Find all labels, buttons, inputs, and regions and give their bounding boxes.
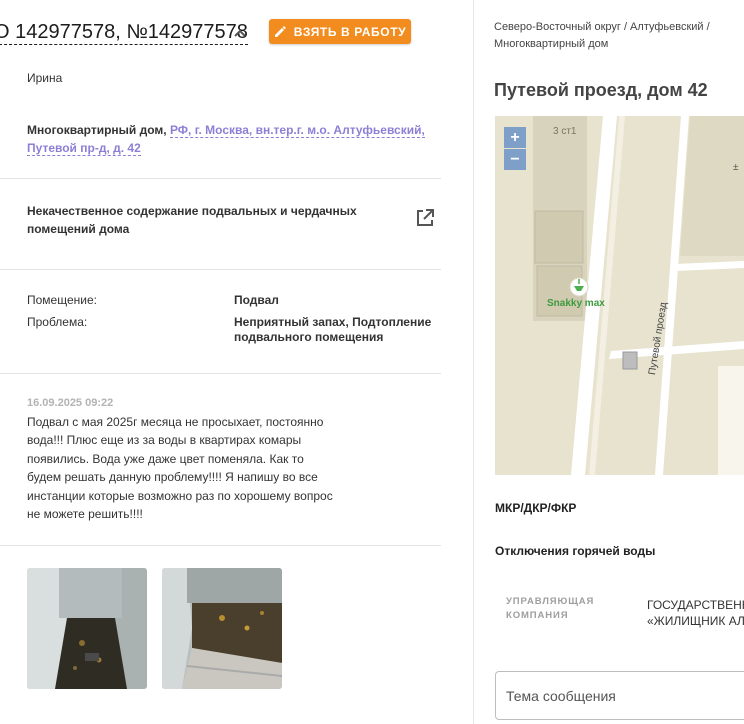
photo-thumbnail-2[interactable] — [162, 568, 282, 689]
pencil-icon — [274, 25, 286, 37]
map-canvas: ± — [495, 116, 744, 475]
address: Многоквартирный дом, РФ, г. Москва, вн.т… — [27, 121, 427, 157]
place-title: Путевой проезд, дом 42 — [494, 80, 708, 100]
hot-water-section[interactable]: Отключения горячей воды — [495, 544, 655, 558]
take-to-work-label: ВЗЯТЬ В РАБОТУ — [293, 24, 407, 39]
complaint-title[interactable]: О 142977578, №142977578 — [0, 20, 248, 45]
message-subject-placeholder: Тема сообщения — [506, 688, 616, 704]
issue-title: Некачественное содержание подвальных и ч… — [27, 204, 357, 236]
address-type: Многоквартирный дом, — [27, 123, 167, 137]
chevron-up-icon[interactable] — [232, 26, 248, 40]
building-label: 3 ст1 — [553, 126, 577, 137]
details-panel: Северо-Восточный округ / Алтуфьевский / … — [474, 0, 744, 724]
breadcrumb: Северо-Восточный округ / Алтуфьевский / … — [494, 21, 710, 50]
author-name: Ирина — [27, 71, 63, 85]
map[interactable]: ± + − 3 ст1 Snakky max Путевой проезд — [495, 116, 744, 475]
open-in-new-icon[interactable] — [415, 208, 435, 228]
divider — [0, 545, 441, 546]
message-subject-input[interactable]: Тема сообщения — [495, 671, 744, 720]
poi-label: Snakky max — [547, 298, 605, 309]
message-text: Подвал с мая 2025г месяца не просыхает, … — [27, 415, 333, 522]
room-value: Подвал — [234, 293, 279, 307]
message-date: 16.09.2025 09:22 — [27, 397, 114, 409]
basement-photo-2 — [162, 568, 282, 689]
divider — [0, 373, 441, 374]
complaint-panel: О 142977578, №142977578 ВЗЯТЬ В РАБОТУ И… — [0, 0, 441, 724]
photo-thumbnail-1[interactable] — [27, 568, 147, 689]
zoom-in-button[interactable]: + — [504, 127, 526, 148]
problem-value: Неприятный запах, Подтопление подвальног… — [234, 315, 432, 344]
management-value: ГОСУДАРСТВЕННОЕ БЮДЖЕТНОЕ «ЖИЛИЩНИК АЛТУ… — [647, 598, 744, 628]
basement-photo-1 — [27, 568, 147, 689]
divider — [0, 269, 441, 270]
svg-text:±: ± — [733, 162, 739, 173]
take-to-work-button[interactable]: ВЗЯТЬ В РАБОТУ — [269, 19, 411, 44]
room-label: Помещение: — [27, 293, 97, 307]
problem-label: Проблема: — [27, 315, 88, 329]
divider — [0, 178, 441, 179]
management-label: УПРАВЛЯЮЩАЯ КОМПАНИЯ — [506, 596, 595, 621]
mkr-section[interactable]: МКР/ДКР/ФКР — [495, 501, 576, 515]
zoom-out-button[interactable]: − — [504, 149, 526, 170]
